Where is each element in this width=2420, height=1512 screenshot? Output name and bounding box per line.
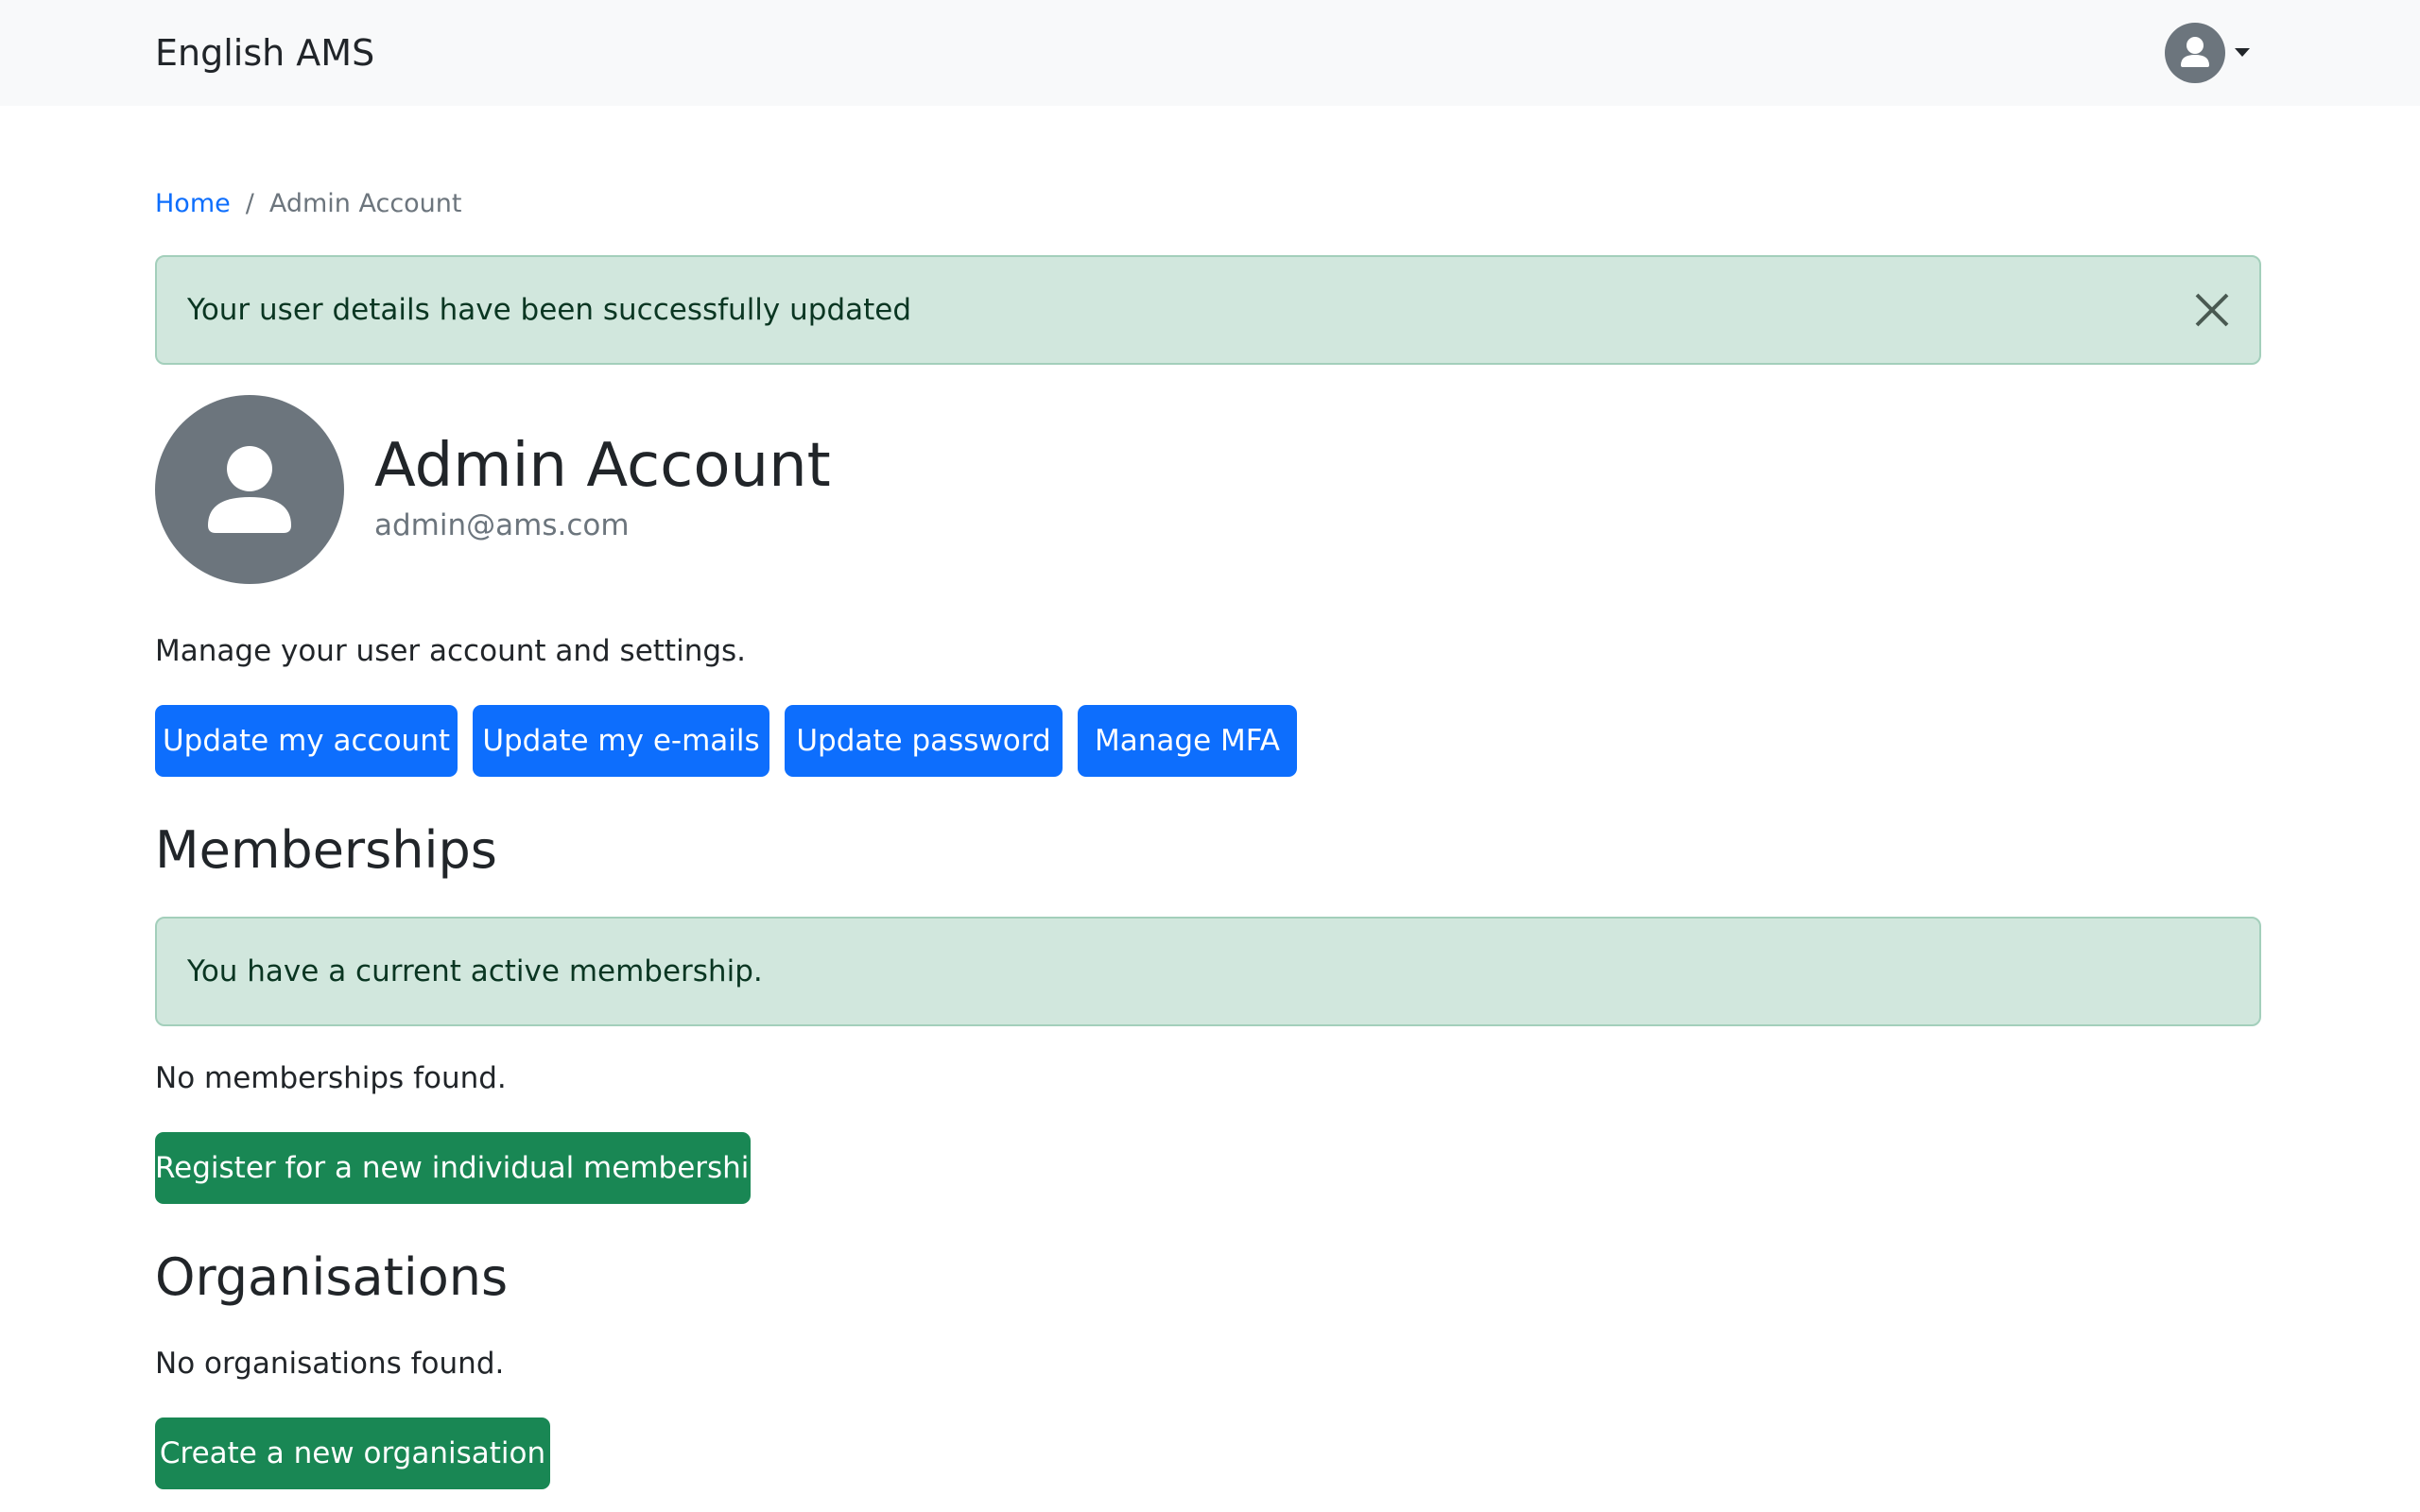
manage-mfa-button[interactable]: Manage MFA <box>1078 705 1297 777</box>
profile-name: Admin Account <box>374 431 831 501</box>
update-account-button[interactable]: Update my account <box>155 705 458 777</box>
user-avatar-icon <box>2165 23 2225 83</box>
organisations-title: Organisations <box>155 1247 509 1307</box>
create-organisation-button[interactable]: Create a new organisation <box>155 1418 550 1489</box>
person-icon <box>155 395 344 584</box>
membership-status-alert: You have a current active membership. <box>155 917 2261 1026</box>
memberships-empty-text: No memberships found. <box>155 1061 507 1095</box>
close-icon[interactable] <box>2191 289 2233 331</box>
update-password-button[interactable]: Update password <box>785 705 1063 777</box>
breadcrumb-home-link[interactable]: Home <box>155 189 231 218</box>
brand-link[interactable]: English AMS <box>155 26 374 79</box>
success-alert-message: Your user details have been successfully… <box>187 293 912 327</box>
success-alert: Your user details have been successfully… <box>155 255 2261 365</box>
caret-down-icon <box>2235 48 2250 57</box>
organisations-empty-text: No organisations found. <box>155 1347 505 1381</box>
navbar: English AMS <box>0 0 2420 106</box>
user-menu-dropdown[interactable] <box>2165 23 2256 83</box>
memberships-title: Memberships <box>155 820 497 880</box>
profile-email: admin@ams.com <box>374 508 630 542</box>
breadcrumb-current: Admin Account <box>268 189 462 218</box>
breadcrumb: Home / Admin Account <box>155 185 462 223</box>
membership-status-message: You have a current active membership. <box>187 954 763 988</box>
breadcrumb-separator: / <box>245 189 254 218</box>
account-description: Manage your user account and settings. <box>155 634 747 668</box>
update-emails-button[interactable]: Update my e-mails <box>473 705 769 777</box>
register-membership-button[interactable]: Register for a new individual membership <box>155 1132 768 1204</box>
